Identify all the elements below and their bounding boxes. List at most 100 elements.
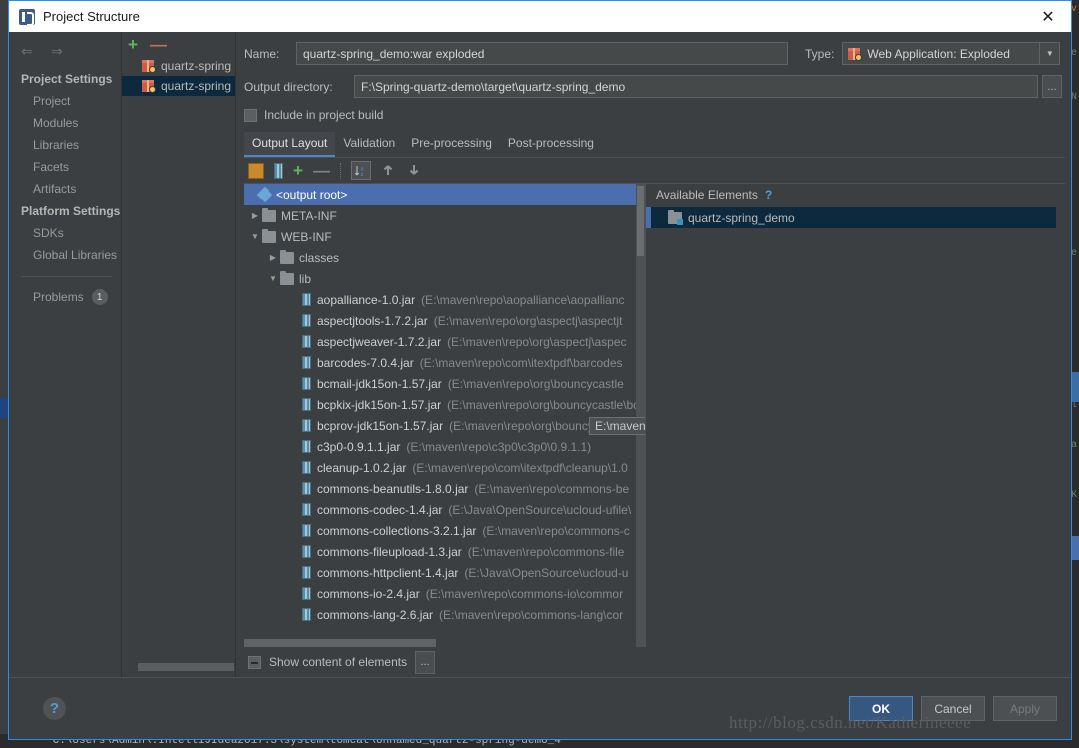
tree-row-jar[interactable]: cleanup-1.0.2.jar (E:\maven\repo\com\itex…: [244, 457, 645, 478]
tree-row-label: WEB-INF: [281, 229, 332, 244]
sidebar-item-global-libraries[interactable]: Global Libraries: [9, 244, 122, 266]
jar-file-icon: [302, 524, 311, 537]
tree-row-label: META-INF: [281, 208, 337, 223]
chevron-down-icon[interactable]: ▼: [1039, 43, 1059, 64]
output-directory-label: Output directory:: [244, 79, 333, 94]
remove-icon[interactable]: —: [313, 162, 330, 179]
artifact-type-dropdown[interactable]: Web Application: Exploded ▼: [842, 42, 1061, 65]
artifacts-horizontal-scrollbar[interactable]: [138, 663, 234, 671]
close-icon[interactable]: ✕: [1025, 1, 1071, 32]
tree-row[interactable]: ▼ lib: [244, 268, 645, 289]
artifact-type-value: Web Application: Exploded: [843, 47, 1039, 61]
jar-path: (E:\maven\repo\org\bouncycastle\bcpkix-j…: [447, 397, 645, 412]
artifact-label: quartz-spring: [161, 79, 232, 93]
show-content-checkbox[interactable]: [248, 655, 261, 669]
move-up-icon[interactable]: [381, 163, 397, 179]
jar-file-icon: [302, 314, 311, 327]
sidebar-item-problems[interactable]: Problems 1: [9, 285, 122, 309]
tab-post-processing[interactable]: Post-processing: [500, 132, 602, 157]
jar-path: (E:\maven\repo\c3p0\c3p0\0.9.1.1): [406, 439, 592, 454]
tree-row-jar[interactable]: barcodes-7.0.4.jar (E:\maven\repo\com\ite…: [244, 352, 645, 373]
sidebar-item-modules[interactable]: Modules: [9, 112, 122, 134]
sidebar-item-artifacts[interactable]: Artifacts: [9, 178, 122, 200]
tree-row-jar[interactable]: bcmail-jdk15on-1.57.jar (E:\maven\repo\or…: [244, 373, 645, 394]
expand-collapse-icon[interactable]: ▼: [248, 232, 262, 241]
jar-name: cleanup-1.0.2.jar: [317, 460, 407, 475]
tree-row[interactable]: ▼ WEB-INF: [244, 226, 645, 247]
watermark-text: http://blog.csdn.net/Katherineeee: [729, 713, 972, 732]
tree-row-jar[interactable]: c3p0-0.9.1.1.jar (E:\maven\repo\c3p0\c3p0…: [244, 436, 645, 457]
artifact-list-item[interactable]: quartz-spring: [122, 56, 236, 76]
sidebar-item-libraries[interactable]: Libraries: [9, 134, 122, 156]
jar-name: bcprov-jdk15on-1.57.jar: [317, 418, 444, 433]
sidebar-item-facets[interactable]: Facets: [9, 156, 122, 178]
tree-row-jar[interactable]: commons-io-2.4.jar (E:\maven\repo\commons…: [244, 583, 645, 604]
add-copy-icon[interactable]: +: [293, 162, 303, 179]
available-elements-title: Available Elements: [656, 188, 758, 202]
tree-row-jar[interactable]: bcprov-jdk15on-1.57.jar (E:\maven\repo\or…: [244, 415, 645, 436]
tree-scrollbar-thumb[interactable]: [637, 186, 644, 256]
output-layout-toolbar: + — a z: [244, 158, 1065, 184]
back-arrow-icon[interactable]: ⇐: [21, 44, 35, 58]
tab-pre-processing[interactable]: Pre-processing: [403, 132, 500, 157]
tree-row-jar[interactable]: commons-codec-1.4.jar (E:\Java\OpenSource…: [244, 499, 645, 520]
jar-name: commons-httpclient-1.4.jar: [317, 565, 459, 580]
sidebar-item-sdks[interactable]: SDKs: [9, 222, 122, 244]
tree-row[interactable]: ▶ classes: [244, 247, 645, 268]
artifact-label: quartz-spring: [161, 59, 232, 73]
add-artifact-folder-icon[interactable]: [248, 162, 264, 179]
output-directory-input[interactable]: [354, 75, 1038, 98]
jar-file-icon: [302, 356, 311, 369]
sidebar-item-project[interactable]: Project: [9, 90, 122, 112]
tab-output-layout[interactable]: Output Layout: [244, 132, 336, 157]
remove-artifact-icon[interactable]: —: [150, 36, 167, 53]
tree-row-jar[interactable]: bcpkix-jdk15on-1.57.jar (E:\maven\repo\or…: [244, 394, 645, 415]
tree-row-jar[interactable]: commons-collections-3.2.1.jar (E:\maven\r…: [244, 520, 645, 541]
problems-count-badge: 1: [91, 289, 108, 305]
artifact-name-input[interactable]: [296, 42, 788, 65]
browse-output-directory-button[interactable]: ...: [1042, 75, 1062, 98]
jar-path: (E:\maven\repo\com\itextpdf\cleanup\1.0: [412, 460, 628, 475]
add-artifact-icon[interactable]: +: [128, 36, 138, 53]
jar-name: commons-collections-3.2.1.jar: [317, 523, 477, 538]
module-icon: [668, 209, 683, 225]
tree-row-jar[interactable]: commons-httpclient-1.4.jar (E:\Java\OpenS…: [244, 562, 645, 583]
dialog-title: Project Structure: [43, 9, 140, 24]
sort-alphabetically-icon[interactable]: a z: [350, 161, 371, 180]
add-library-icon[interactable]: [274, 162, 283, 179]
tree-vertical-scrollbar[interactable]: [636, 184, 645, 647]
output-layout-tree: <output root> ▶ META-INF ▼ WEB-INF ▶ cla…: [244, 184, 645, 647]
available-element-row[interactable]: quartz-spring_demo: [646, 207, 1065, 228]
artifact-tabs: Output Layout Validation Pre-processing …: [244, 132, 1065, 158]
tree-horizontal-scrollbar[interactable]: [244, 639, 436, 647]
artifact-icon: [142, 79, 156, 93]
dialog-footer: ? http://blog.csdn.net/Katherineeee OK C…: [9, 677, 1071, 739]
available-vertical-scrollbar[interactable]: [1056, 184, 1065, 647]
expand-collapse-icon[interactable]: ▶: [248, 211, 262, 220]
tree-row-jar[interactable]: aspectjtools-1.7.2.jar (E:\maven\repo\org…: [244, 310, 645, 331]
tree-row[interactable]: <output root>: [244, 184, 645, 205]
help-icon[interactable]: ?: [43, 697, 66, 720]
artifact-list-item[interactable]: quartz-spring: [122, 76, 236, 96]
settings-sidebar: ⇐ ⇒ Project Settings Project Modules Lib…: [9, 32, 122, 677]
tree-row-jar[interactable]: aspectjweaver-1.7.2.jar (E:\maven\repo\or…: [244, 331, 645, 352]
jar-name: c3p0-0.9.1.1.jar: [317, 439, 401, 454]
tree-row-jar[interactable]: commons-fileupload-1.3.jar (E:\maven\repo…: [244, 541, 645, 562]
selection-marker: [646, 207, 651, 228]
tree-row-jar[interactable]: commons-beanutils-1.8.0.jar (E:\maven\rep…: [244, 478, 645, 499]
tree-row[interactable]: ▶ META-INF: [244, 205, 645, 226]
tab-validation[interactable]: Validation: [335, 132, 403, 157]
tree-row-jar[interactable]: commons-lang-2.6.jar (E:\maven\repo\commo…: [244, 604, 645, 625]
help-icon[interactable]: ?: [765, 188, 772, 202]
show-content-options-button[interactable]: ...: [415, 650, 436, 674]
tree-row-jar[interactable]: aopalliance-1.0.jar (E:\maven\repo\aopall…: [244, 289, 645, 310]
include-in-build-label: Include in project build: [264, 108, 384, 122]
expand-collapse-icon[interactable]: ▼: [266, 274, 280, 283]
expand-collapse-icon[interactable]: ▶: [266, 253, 280, 262]
include-in-build-checkbox[interactable]: [244, 108, 257, 122]
move-down-icon[interactable]: [407, 163, 423, 179]
sidebar-group-platform-settings: Platform Settings: [21, 204, 121, 218]
jar-path: (E:\maven\repo\org\aspectj\aspec: [447, 334, 627, 349]
forward-arrow-icon[interactable]: ⇒: [51, 44, 65, 58]
apply-button[interactable]: Apply: [993, 696, 1057, 721]
